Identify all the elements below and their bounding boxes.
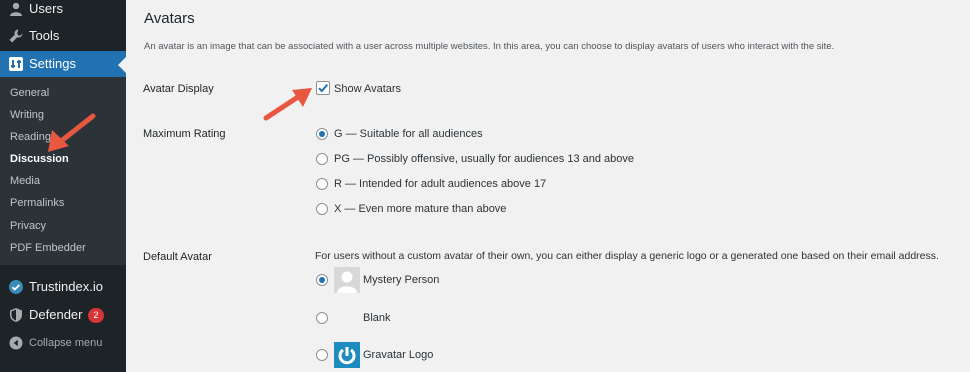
section-title: Avatars (144, 10, 195, 27)
avatar-display-label: Avatar Display (143, 83, 214, 95)
show-avatars-label[interactable]: Show Avatars (334, 83, 401, 95)
settings-icon (8, 56, 24, 72)
submenu-item-reading[interactable]: Reading (10, 130, 51, 144)
submenu-item-general[interactable]: General (10, 86, 49, 100)
rating-pg-label[interactable]: PG — Possibly offensive, usually for aud… (334, 153, 634, 165)
update-count-badge: 2 (88, 308, 104, 323)
admin-sidebar: Users Tools Settings General Writing Rea… (0, 0, 126, 372)
default-avatar-description: For users without a custom avatar of the… (315, 250, 939, 262)
show-avatars-checkbox[interactable] (316, 81, 330, 95)
menu-item-settings[interactable]: Settings (0, 51, 126, 77)
submenu-item-writing[interactable]: Writing (10, 108, 44, 122)
menu-item-label: Settings (29, 56, 76, 71)
menu-item-label: Trustindex.io (29, 279, 103, 294)
wrench-icon (8, 28, 24, 44)
settings-content: Avatars An avatar is an image that can b… (126, 0, 970, 372)
collapse-arrow-icon (8, 335, 24, 351)
submenu-item-media[interactable]: Media (10, 174, 40, 188)
gravatar-logo-icon (334, 342, 360, 368)
rating-pg-radio[interactable] (316, 153, 328, 165)
rating-r-label[interactable]: R — Intended for adult audiences above 1… (334, 178, 546, 190)
submenu-item-permalinks[interactable]: Permalinks (10, 196, 64, 210)
mystery-person-radio[interactable] (316, 274, 328, 286)
collapse-menu-label: Collapse menu (29, 337, 103, 349)
user-icon (8, 1, 24, 17)
trustindex-icon (8, 279, 24, 295)
gravatar-logo-radio[interactable] (316, 349, 328, 361)
menu-item-tools[interactable]: Tools (0, 23, 126, 49)
menu-item-label: Defender 2 (29, 307, 104, 323)
maximum-rating-label: Maximum Rating (143, 128, 226, 140)
rating-g-radio[interactable] (316, 128, 328, 140)
default-avatar-label: Default Avatar (143, 251, 212, 263)
blank-avatar-label[interactable]: Blank (363, 312, 391, 324)
settings-submenu: General Writing Reading Discussion Media… (0, 77, 126, 265)
rating-r-radio[interactable] (316, 178, 328, 190)
submenu-item-privacy[interactable]: Privacy (10, 219, 46, 233)
menu-item-label: Users (29, 1, 63, 16)
submenu-item-discussion[interactable]: Discussion (10, 152, 69, 166)
menu-item-users[interactable]: Users (0, 0, 126, 22)
menu-item-defender[interactable]: Defender 2 (0, 302, 126, 328)
submenu-item-pdf-embedder[interactable]: PDF Embedder (10, 241, 86, 255)
collapse-menu-button[interactable]: Collapse menu (0, 330, 126, 356)
rating-x-label[interactable]: X — Even more mature than above (334, 203, 506, 215)
section-description: An avatar is an image that can be associ… (144, 41, 835, 52)
menu-item-trustindex[interactable]: Trustindex.io (0, 274, 126, 300)
blank-avatar-radio[interactable] (316, 312, 328, 324)
checkmark-icon (318, 83, 329, 93)
mystery-person-label[interactable]: Mystery Person (363, 274, 439, 286)
rating-x-radio[interactable] (316, 203, 328, 215)
rating-g-label[interactable]: G — Suitable for all audiences (334, 128, 483, 140)
mystery-person-avatar (334, 267, 360, 293)
gravatar-logo-label[interactable]: Gravatar Logo (363, 349, 433, 361)
shield-icon (8, 307, 24, 323)
menu-item-label: Tools (29, 28, 60, 43)
